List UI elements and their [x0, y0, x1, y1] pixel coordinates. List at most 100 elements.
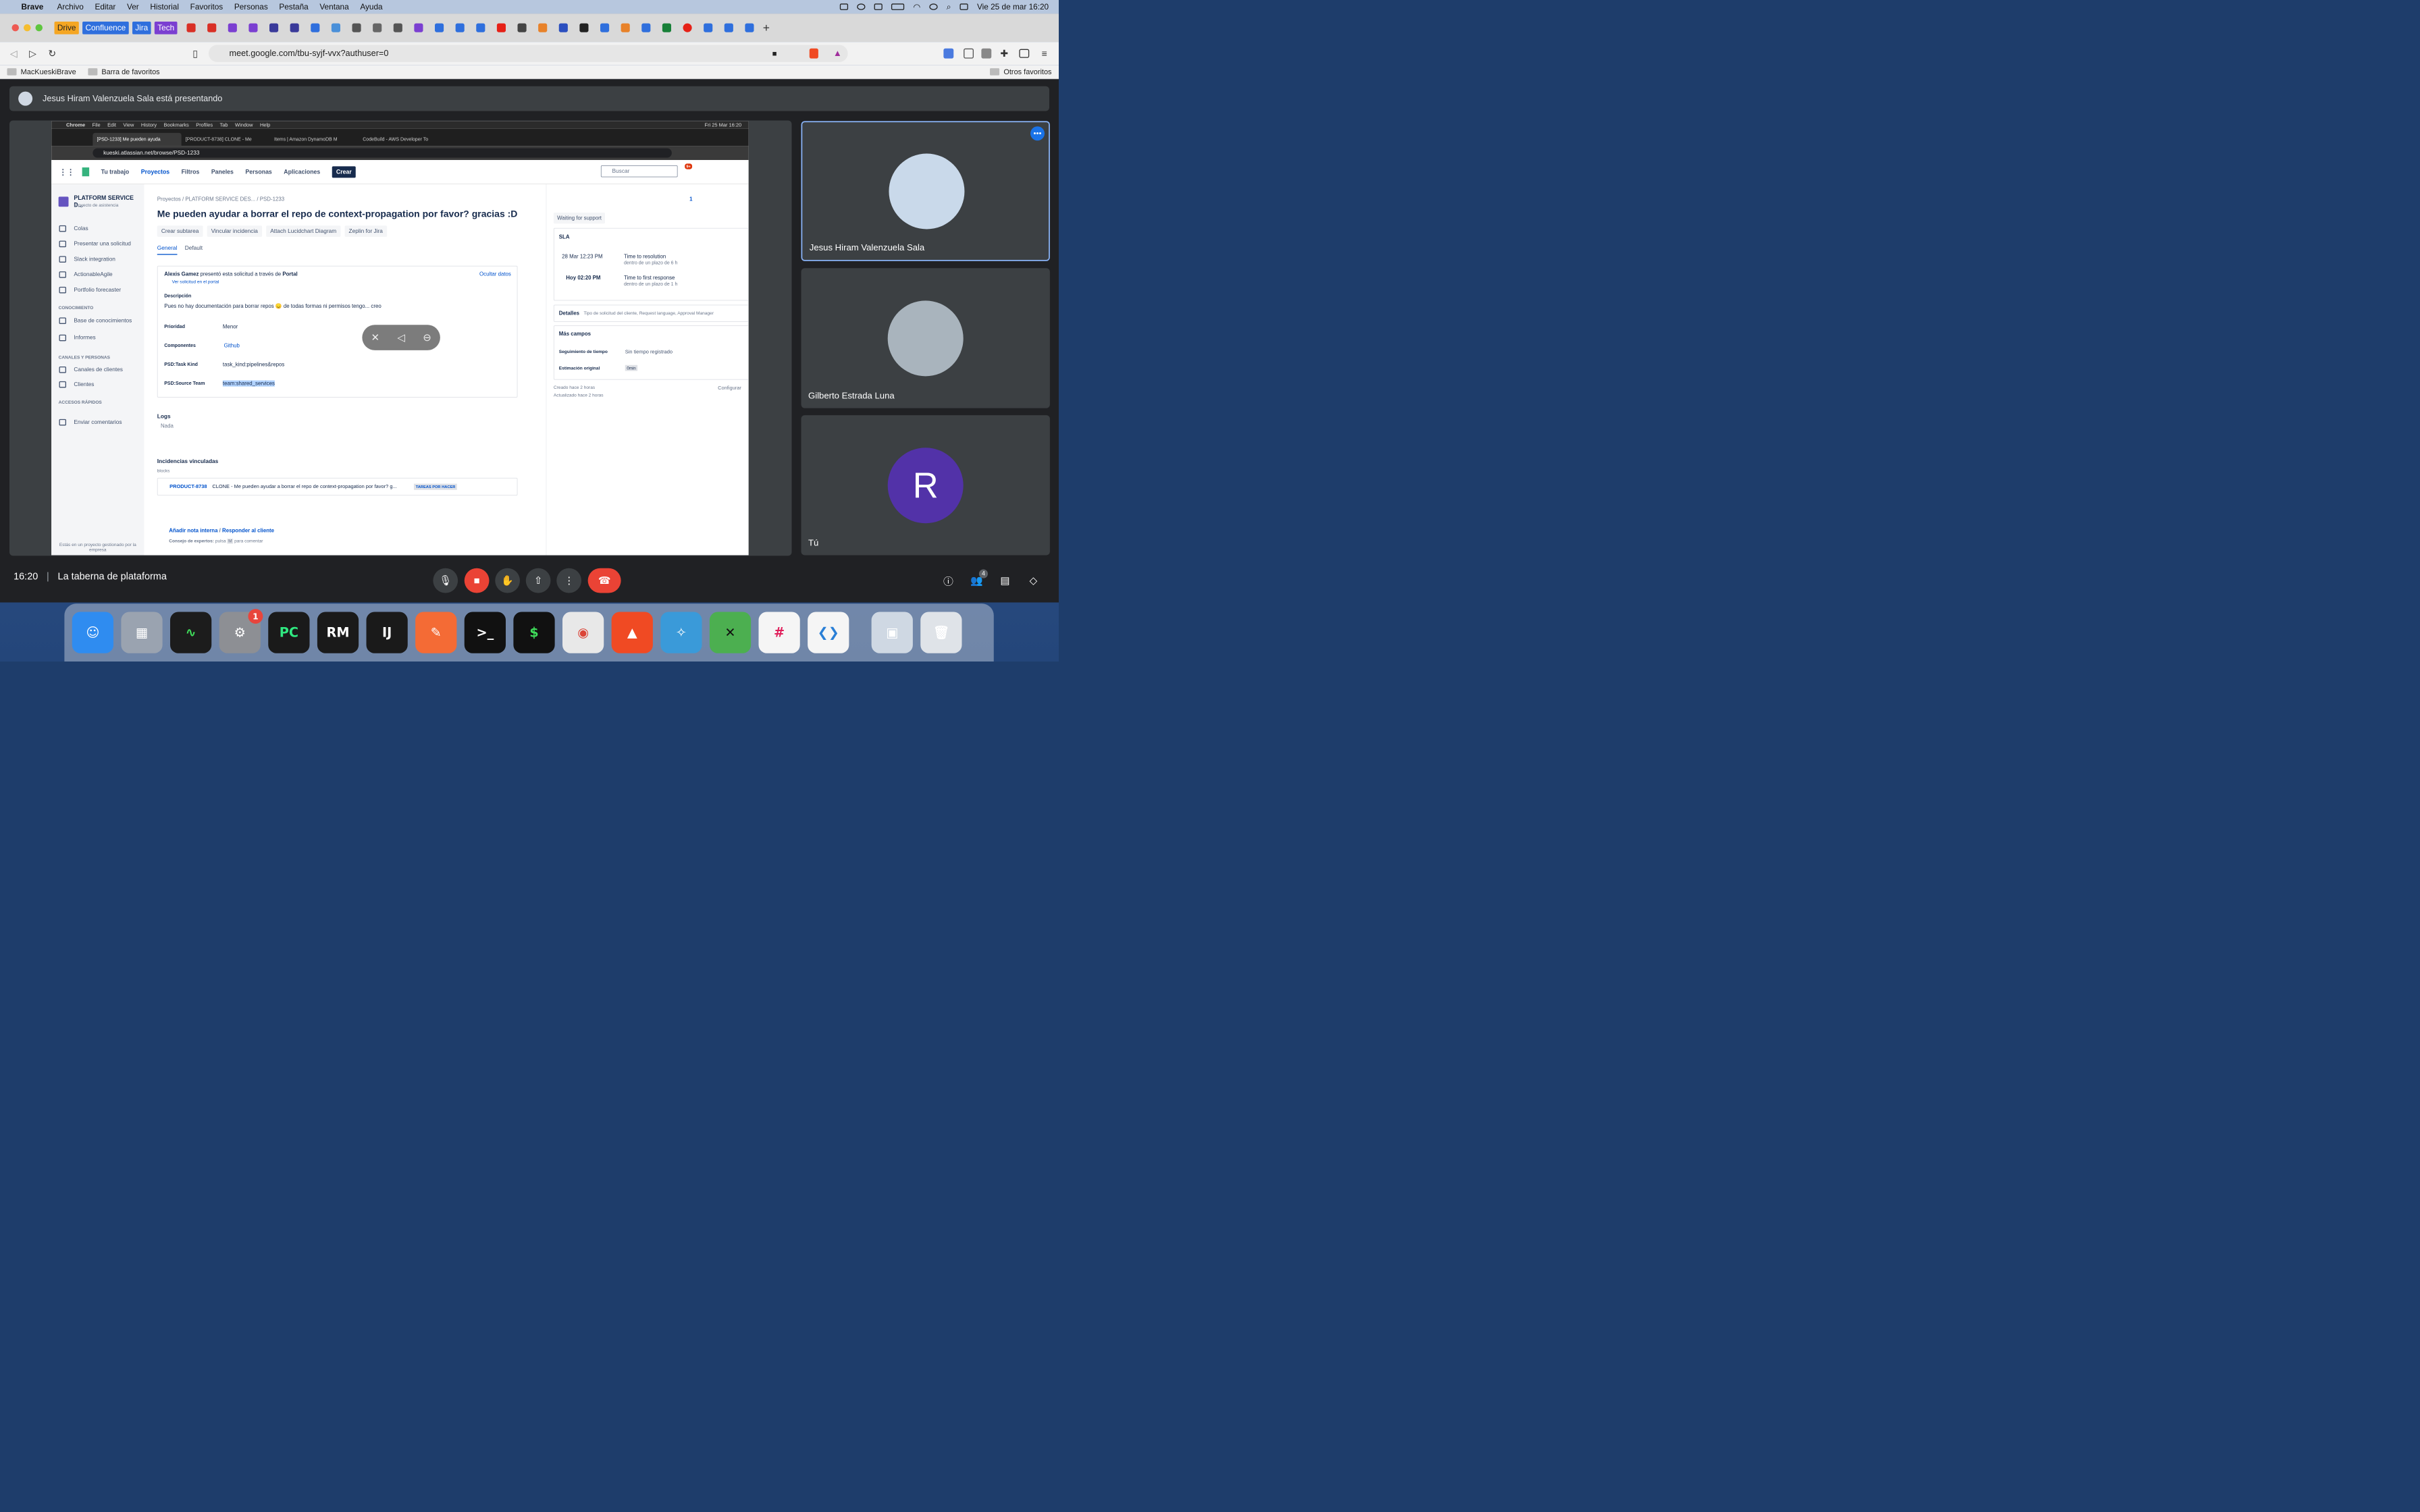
wifi-icon[interactable]: ◠	[913, 2, 920, 11]
menu-historial[interactable]: Historial	[150, 2, 179, 11]
rubymine-icon[interactable]: RM	[317, 612, 359, 653]
leave-call-button[interactable]: ☎	[587, 568, 621, 593]
postman-icon[interactable]: ✎	[415, 612, 457, 653]
battery-icon[interactable]	[891, 3, 905, 10]
participant-tile-self[interactable]: R Tú	[801, 415, 1050, 556]
tab-sheets-icon[interactable]	[662, 23, 672, 32]
bookmark-tech[interactable]: Tech	[154, 21, 178, 34]
slack-icon[interactable]: #	[758, 612, 800, 653]
tab-app-icon[interactable]	[269, 23, 279, 32]
tab-app-icon[interactable]	[621, 23, 630, 32]
bookmark-drive[interactable]: Drive	[54, 21, 79, 34]
menu-ver[interactable]: Ver	[127, 2, 139, 11]
tab-app-icon[interactable]	[228, 23, 237, 32]
tab-app-icon[interactable]	[517, 23, 527, 32]
tab-confluence-icon[interactable]	[600, 23, 610, 32]
tab-confluence-icon[interactable]	[476, 23, 485, 32]
activities-button[interactable]: ◇	[1021, 568, 1046, 593]
activity-monitor-icon[interactable]: ∿	[170, 612, 212, 653]
bookmark-confluence[interactable]: Confluence	[82, 21, 129, 34]
terminal-icon[interactable]: >_	[464, 612, 506, 653]
system-preferences-icon[interactable]: ⚙ 1	[219, 609, 263, 653]
other-favorites[interactable]: Otros favoritos	[1003, 68, 1051, 76]
participant-tile[interactable]: Gilberto Estrada Luna	[801, 268, 1050, 408]
tab-github-icon[interactable]	[579, 23, 589, 32]
tab-app-icon[interactable]	[414, 23, 423, 32]
tab-confluence-icon[interactable]	[435, 23, 444, 32]
tab-app-icon[interactable]	[248, 23, 258, 32]
close-window-icon[interactable]	[11, 24, 19, 32]
tab-app-icon[interactable]	[331, 23, 341, 32]
microphone-button[interactable]: 🎙	[433, 568, 458, 593]
people-button[interactable]: 👥 4	[964, 568, 989, 593]
back-icon[interactable]: ◁	[10, 48, 18, 59]
tab-app-icon[interactable]	[558, 23, 568, 32]
xmind-icon[interactable]: ✕	[709, 612, 752, 653]
tab-app-icon[interactable]	[373, 23, 382, 32]
extension-icon[interactable]	[981, 48, 992, 59]
wallet-icon[interactable]	[1019, 49, 1030, 58]
launchpad-icon[interactable]: ▦	[121, 612, 163, 653]
favorite-folder-mackueski[interactable]: MacKueskiBrave	[21, 68, 76, 76]
raise-hand-button[interactable]: ✋	[495, 568, 520, 593]
more-options-icon[interactable]: •••	[1030, 126, 1045, 141]
menu-ayuda[interactable]: Ayuda	[360, 2, 382, 11]
intellij-icon[interactable]: IJ	[366, 612, 408, 653]
app-menu-brave[interactable]: Brave	[22, 2, 44, 11]
brave-rewards-icon[interactable]: ▲	[833, 49, 842, 59]
menubar-clock[interactable]: Vie 25 de mar 16:20	[977, 2, 1049, 11]
camera-off-button[interactable]: ■	[464, 568, 490, 593]
extension-icon[interactable]	[964, 48, 974, 59]
tab-gmail-icon[interactable]	[186, 23, 196, 32]
present-button[interactable]: ⇧	[525, 568, 551, 593]
preview-icon[interactable]: ▣	[871, 612, 913, 653]
menu-personas[interactable]: Personas	[234, 2, 268, 11]
extensions-puzzle-icon[interactable]: ✚	[1000, 48, 1008, 59]
chrome-icon[interactable]: ◉	[562, 612, 604, 653]
tab-gmail-icon[interactable]	[207, 23, 217, 32]
more-options-button[interactable]: ⋮	[556, 568, 581, 593]
keyboard-icon[interactable]	[874, 3, 883, 10]
camera-blocked-icon[interactable]: ■	[772, 49, 777, 58]
favorite-folder-barra[interactable]: Barra de favoritos	[101, 68, 159, 76]
play-icon[interactable]	[857, 3, 866, 10]
reload-icon[interactable]: ↻	[48, 48, 56, 59]
participant-tile[interactable]: ••• Jesus Hiram Valenzuela Sala	[801, 121, 1050, 261]
translate-icon[interactable]	[943, 48, 954, 59]
spotlight-search-icon[interactable]: ⌕	[947, 2, 951, 11]
chat-button[interactable]: ▤	[993, 568, 1018, 593]
iterm-icon[interactable]: $	[513, 612, 555, 653]
bookmark-page-icon[interactable]: ▯	[192, 48, 198, 59]
status-icon[interactable]	[839, 3, 849, 10]
tab-jira-icon[interactable]	[745, 23, 754, 32]
tab-confluence-icon[interactable]	[704, 23, 713, 32]
finder-icon[interactable]: ☺	[72, 612, 113, 653]
safari-icon[interactable]: ✧	[660, 612, 702, 653]
tab-meet-active-icon[interactable]	[683, 23, 692, 32]
minimize-window-icon[interactable]	[24, 24, 31, 32]
pycharm-icon[interactable]: PC	[268, 612, 310, 653]
tab-confluence-icon[interactable]	[455, 23, 465, 32]
user-icon[interactable]	[929, 3, 938, 10]
tab-jira-icon[interactable]	[724, 23, 733, 32]
vscode-icon[interactable]: ❮❯	[808, 612, 849, 653]
brave-icon[interactable]: ▲	[611, 612, 653, 653]
brave-shields-icon[interactable]	[809, 48, 818, 59]
menu-ventana[interactable]: Ventana	[319, 2, 348, 11]
address-bar[interactable]: meet.google.com/tbu-syjf-vvx?authuser=0 …	[208, 45, 848, 62]
menu-favoritos[interactable]: Favoritos	[190, 2, 223, 11]
tab-app-icon[interactable]	[290, 23, 299, 32]
tab-app-icon[interactable]	[538, 23, 548, 32]
meeting-details-button[interactable]: ⓘ	[936, 568, 961, 593]
tab-jira-icon[interactable]	[311, 23, 320, 32]
tab-jira-icon[interactable]	[641, 23, 651, 32]
menu-editar[interactable]: Editar	[95, 2, 115, 11]
menu-pestana[interactable]: Pestaña	[279, 2, 308, 11]
control-center-icon[interactable]	[959, 3, 968, 10]
menu-archivo[interactable]: Archivo	[57, 2, 83, 11]
trash-icon[interactable]: 🗑	[920, 612, 962, 653]
new-tab-icon[interactable]: +	[763, 21, 770, 34]
tab-youtube-icon[interactable]	[496, 23, 506, 32]
tab-app-icon[interactable]	[393, 23, 402, 32]
bookmark-jira[interactable]: Jira	[132, 21, 151, 34]
